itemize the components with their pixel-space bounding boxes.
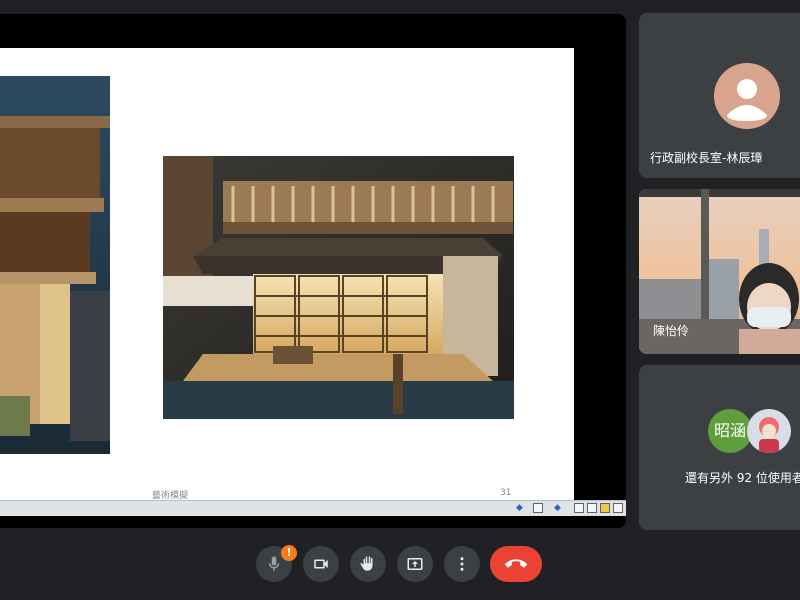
slideshow-viewer-bar: ◆ ◆	[0, 500, 626, 516]
present-screen-icon	[407, 558, 423, 570]
more-participants-tile[interactable]: 昭涵 還有另外 92 位使用者	[639, 365, 800, 530]
end-call-button[interactable]	[490, 546, 542, 582]
photo-main-graphic	[163, 156, 514, 419]
mic-off-icon	[268, 556, 280, 571]
call-end-icon	[505, 559, 527, 568]
slide-photo-left	[0, 76, 110, 454]
slide: 藝術模擬 31	[0, 48, 574, 512]
notes-icon[interactable]	[533, 503, 543, 513]
camera-button[interactable]	[303, 546, 339, 582]
normal-view-icon[interactable]	[574, 503, 584, 513]
prev-slide-icon[interactable]: ◆	[516, 503, 526, 513]
participant-tile-2[interactable]: 陳怡伶	[639, 189, 800, 354]
videocam-icon	[314, 559, 328, 569]
more-options-button[interactable]	[444, 546, 480, 582]
more-vert-icon	[460, 557, 464, 571]
sorter-view-icon[interactable]	[587, 503, 597, 513]
slideshow-view-icon[interactable]	[613, 503, 623, 513]
raise-hand-button[interactable]	[350, 546, 386, 582]
participant-avatar-initials: 昭涵	[708, 409, 752, 453]
cartoon-avatar-icon	[759, 417, 779, 453]
avatar-person-icon	[714, 63, 780, 129]
participant-tile-1[interactable]: 行政副校長室-林辰璋	[639, 13, 800, 178]
mic-warning-badge: !	[281, 545, 297, 561]
presentation-stage: 藝術模擬 31 ◆ ◆	[0, 14, 626, 528]
top-bar	[0, 0, 800, 14]
slide-page-number: 31	[500, 488, 512, 498]
participant-name-1: 行政副校長室-林辰璋	[650, 151, 763, 165]
raise-hand-icon	[360, 556, 373, 571]
more-participants-text: 還有另外 92 位使用者	[685, 471, 800, 485]
photo-left-graphic	[0, 76, 110, 454]
present-screen-button[interactable]	[397, 546, 433, 582]
participant-avatar-photo	[747, 409, 791, 453]
reading-view-icon[interactable]	[600, 503, 610, 513]
participant-name-2: 陳怡伶	[653, 324, 690, 338]
next-slide-icon[interactable]: ◆	[554, 503, 564, 513]
slide-photo-main	[163, 156, 514, 419]
